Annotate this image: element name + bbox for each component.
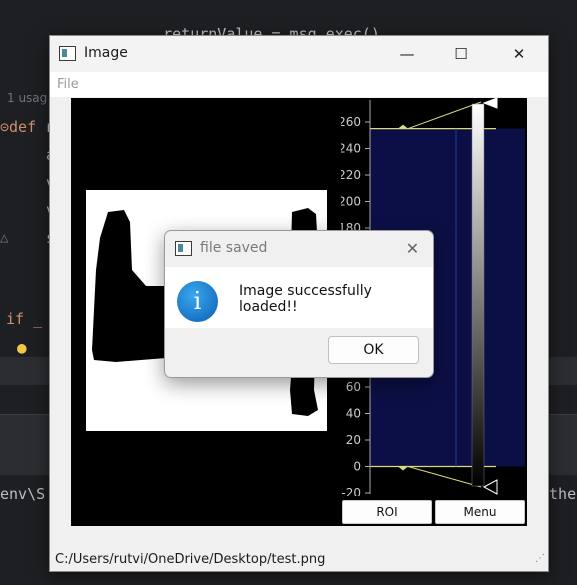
dialog-app-icon (175, 241, 192, 256)
dialog-message: Image successfully loaded!! (239, 283, 372, 315)
image-window-title: Image (84, 45, 128, 61)
lut-tick-label: -20 (341, 486, 361, 496)
maximize-button[interactable]: ☐ (438, 36, 484, 72)
resize-grip-icon[interactable]: ⋰ (535, 553, 545, 564)
lut-tick-label: 240 (341, 142, 361, 156)
dialog-title: file saved (200, 240, 268, 256)
lut-gradient-bar (471, 103, 485, 487)
lut-tick-label: 20 (346, 433, 361, 447)
lut-tick-label: 260 (341, 115, 361, 129)
fold-icon: △ (0, 230, 9, 246)
close-button[interactable]: ✕ (496, 36, 542, 72)
menu-bar: File (50, 72, 548, 97)
lut-upper-link (407, 101, 482, 130)
dialog-close-button[interactable]: ✕ (391, 231, 433, 267)
file-saved-dialog: file saved ✕ i Image successfully loaded… (164, 230, 434, 378)
ide-path-left: env\S (0, 485, 46, 503)
lut-tick-label: 60 (346, 380, 361, 394)
lut-tick-label: 40 (346, 407, 361, 421)
usages-hint: 1 usag (7, 91, 48, 105)
lut-tick-label: 0 (353, 460, 361, 474)
lut-tick-label: 220 (341, 168, 361, 182)
roi-button[interactable]: ROI (342, 500, 432, 524)
minimize-button[interactable]: — (384, 36, 430, 72)
lut-max-marker (482, 97, 498, 109)
if-line: if _ (6, 310, 43, 328)
image-window-titlebar[interactable]: Image — ☐ ✕ (50, 36, 548, 72)
status-bar: C:/Users/rutvi/OneDrive/Desktop/test.png… (50, 547, 548, 571)
dialog-body: i Image successfully loaded!! (165, 267, 433, 328)
lut-lower-link (407, 466, 482, 488)
lut-lower-handle (398, 466, 408, 471)
lut-upper-handle (398, 124, 408, 129)
lut-min-marker (482, 479, 498, 495)
lut-tick-label: 200 (341, 195, 361, 209)
menu-file[interactable]: File (57, 77, 79, 92)
app-window-icon (59, 46, 76, 61)
menu-button[interactable]: Menu (435, 500, 525, 524)
info-icon: i (177, 281, 218, 322)
lightbulb-icon: ● (17, 338, 27, 357)
ok-button[interactable]: OK (328, 336, 419, 364)
def-keyword: ⊝def r (0, 118, 54, 136)
def-keyword-text: def (9, 118, 37, 136)
status-file-path: C:/Users/rutvi/OneDrive/Desktop/test.png (55, 552, 326, 567)
